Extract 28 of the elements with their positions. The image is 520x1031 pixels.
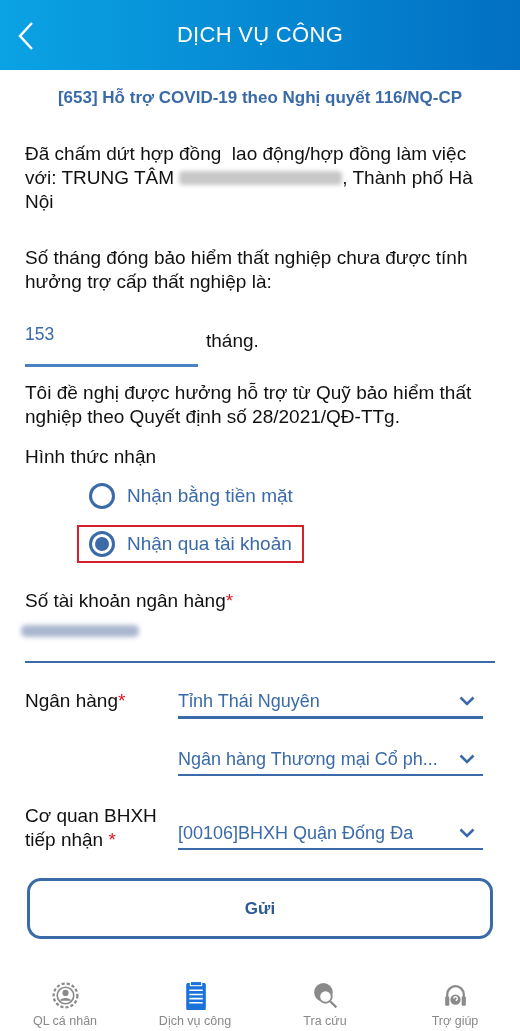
- field-label: Ngân hàng*: [25, 689, 127, 713]
- question-text: Số tháng đóng bảo hiểm thất nghiệp chưa được tính hưởng trợ cấp thất nghiệp là:: [25, 246, 469, 294]
- dropdown-field[interactable]: Tỉnh Thái Nguyên: [178, 689, 483, 719]
- submit-button[interactable]: Gửi: [27, 878, 493, 939]
- radio-button[interactable]: [89, 531, 115, 557]
- person-gear-icon[interactable]: [49, 980, 81, 1011]
- chevron-down-icon: [459, 696, 475, 706]
- field-label: Cơ quan BHXH tiếp nhận *: [25, 804, 158, 852]
- back-icon[interactable]: [18, 22, 34, 50]
- request-text: Tôi đề nghị được hưởng hỗ trợ từ Quỹ bảo hiểm thất nghiệp theo Quyết định số 28/2021/QĐ-TTg.: [25, 381, 473, 429]
- months-input-field[interactable]: 153: [25, 322, 198, 367]
- tab-label[interactable]: Tra cứu: [303, 1013, 347, 1029]
- header-title: DỊCH VỤ CÔNG: [176, 22, 344, 48]
- radio-button[interactable]: [89, 483, 115, 509]
- radio-label[interactable]: Nhận qua tài khoản: [127, 532, 292, 556]
- dropdown-field[interactable]: [00106]BHXH Quận Đống Đa: [178, 821, 483, 850]
- chevron-down-icon: [459, 828, 475, 838]
- tab-label[interactable]: Trợ giúp: [431, 1013, 479, 1029]
- form-title: [653] Hỗ trợ COVID-19 theo Nghị quyết 116/NQ-CP: [56, 87, 464, 109]
- statement-text: Đã chấm dứt hợp đồng lao động/hợp đồng làm việc với: TRUNG TÂM , Thành phố Hà Nội: [25, 142, 474, 214]
- unit-label: tháng.: [206, 329, 259, 353]
- tab-label[interactable]: Dịch vụ công: [158, 1013, 232, 1029]
- field-label: Số tài khoản ngân hàng*: [25, 589, 235, 613]
- chevron-down-icon: [459, 754, 475, 764]
- tab-label[interactable]: QL cá nhân: [32, 1013, 98, 1029]
- radio-label[interactable]: Nhận bằng tiền mặt: [127, 484, 293, 508]
- field-label: Hình thức nhận: [25, 445, 158, 469]
- dropdown-field[interactable]: Ngân hàng Thương mại Cổ ph...: [178, 747, 483, 776]
